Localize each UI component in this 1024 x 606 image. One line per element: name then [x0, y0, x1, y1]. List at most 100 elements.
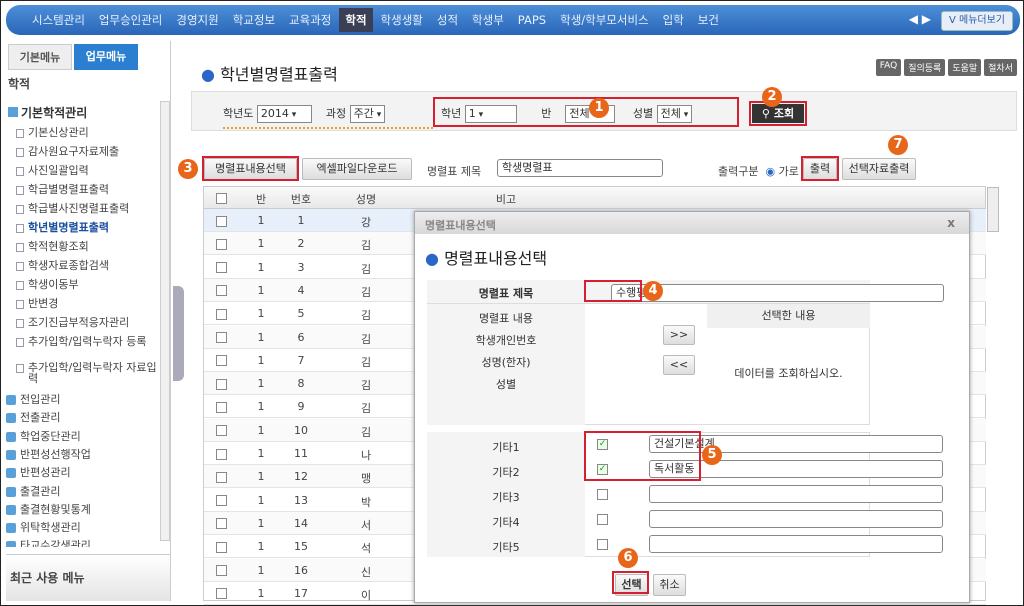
- extra-input[interactable]: [649, 510, 943, 528]
- row-checkbox[interactable]: [216, 401, 227, 413]
- nav-item[interactable]: PAPS: [512, 9, 552, 31]
- select-all-checkbox[interactable]: [216, 192, 227, 204]
- sidebar: 기본메뉴 업무메뉴 학적 기본학적관리 기본신상관리감사원요구자료제출사진일괄입…: [6, 41, 171, 601]
- available-item[interactable]: 학생개인번호: [427, 332, 585, 348]
- row-checkbox[interactable]: [216, 425, 227, 437]
- sidebar-group[interactable]: 반편성선행작업: [6, 446, 91, 462]
- row-checkbox[interactable]: [216, 355, 227, 367]
- extra-checkbox[interactable]: [597, 514, 608, 525]
- row-checkbox[interactable]: [216, 378, 227, 390]
- row-checkbox[interactable]: [216, 448, 227, 460]
- nav-arrows[interactable]: ◀ ▶: [909, 12, 931, 26]
- nav-item[interactable]: 성적: [431, 8, 464, 32]
- col-number[interactable]: 번호: [281, 191, 321, 207]
- nav-item[interactable]: 학교정보: [227, 8, 281, 32]
- grid-scrollbar[interactable]: [987, 187, 999, 232]
- cancel-button[interactable]: 취소: [653, 574, 686, 596]
- sidebar-group[interactable]: 출결관리: [6, 483, 60, 499]
- extra-input[interactable]: [649, 535, 943, 553]
- nav-item[interactable]: 학생생활: [375, 8, 429, 32]
- nav-item[interactable]: 학생/학부모서비스: [554, 8, 655, 32]
- sidebar-group[interactable]: 타교수강생관리: [6, 537, 91, 548]
- row-checkbox[interactable]: [216, 565, 227, 576]
- extra-input[interactable]: [649, 485, 943, 503]
- more-menu-button[interactable]: V 메뉴더보기: [941, 11, 1013, 31]
- sidebar-group[interactable]: 전입관리: [6, 391, 60, 407]
- sidebar-item[interactable]: 추가입학/입력누락자 등록: [16, 336, 158, 347]
- tab-basic-menu[interactable]: 기본메뉴: [8, 44, 72, 70]
- help-button[interactable]: 절차서: [984, 59, 1017, 76]
- sidebar-item[interactable]: 학급별사진명렬표출력: [16, 203, 158, 214]
- nav-item[interactable]: 시스템관리: [26, 8, 91, 32]
- extra-checkbox[interactable]: [597, 489, 608, 500]
- row-checkbox[interactable]: [216, 308, 227, 320]
- row-checkbox[interactable]: [216, 238, 227, 250]
- row-checkbox[interactable]: [216, 541, 227, 553]
- help-button[interactable]: 도움말: [948, 59, 982, 76]
- row-checkbox[interactable]: [216, 588, 227, 600]
- sidebar-section: 학적: [8, 77, 31, 91]
- sidebar-item[interactable]: 학급별명렬표출력: [16, 184, 158, 195]
- row-checkbox[interactable]: [216, 332, 227, 343]
- sidebar-group-basic[interactable]: 기본학적관리: [8, 104, 87, 121]
- cell: 4: [297, 283, 305, 297]
- nav-item[interactable]: 입학: [657, 8, 690, 32]
- sidebar-collapse-handle[interactable]: [173, 286, 184, 381]
- available-item[interactable]: 성명(한자): [427, 354, 585, 370]
- print-selected-button[interactable]: 선택자료출력: [842, 158, 916, 180]
- nav-item[interactable]: 업무승인관리: [93, 8, 168, 32]
- recent-menu-header[interactable]: 최근 사용 메뉴: [10, 569, 85, 586]
- cell: 김: [360, 379, 372, 393]
- sidebar-item[interactable]: 사진일괄입력: [16, 165, 158, 176]
- col-name[interactable]: 성명: [321, 191, 411, 207]
- sidebar-group[interactable]: 위탁학생관리: [6, 519, 81, 535]
- sidebar-item[interactable]: 학생자료종합검색: [16, 260, 158, 271]
- row-checkbox[interactable]: [216, 215, 227, 227]
- sidebar-item[interactable]: 학적현황조회: [16, 241, 158, 252]
- remove-button[interactable]: <<: [663, 355, 695, 375]
- year-select[interactable]: 2014: [256, 105, 312, 123]
- help-button[interactable]: 질의등록: [904, 59, 946, 76]
- sidebar-group[interactable]: 반편성관리: [6, 464, 71, 480]
- cell: 1: [257, 237, 265, 251]
- nav-item[interactable]: 교육과정: [283, 8, 337, 32]
- col-class[interactable]: 반: [241, 191, 281, 207]
- tab-work-menu[interactable]: 업무메뉴: [74, 44, 138, 70]
- sidebar-item[interactable]: 기본신상관리: [16, 127, 158, 138]
- landscape-radio[interactable]: ◉: [765, 165, 775, 178]
- col-note[interactable]: 비고: [411, 191, 601, 207]
- row-checkbox[interactable]: [216, 518, 227, 530]
- sidebar-item[interactable]: 추가입학/입력누락자 자료입력: [16, 362, 158, 384]
- nav-item[interactable]: 학생부: [466, 8, 510, 32]
- nav-item[interactable]: 학적: [339, 8, 373, 32]
- nav-item[interactable]: 보건: [692, 8, 725, 32]
- sidebar-item[interactable]: 감사원요구자료제출: [16, 146, 158, 157]
- excel-download-button[interactable]: 엑셀파일다운로드: [302, 158, 412, 180]
- add-button[interactable]: >>: [663, 325, 695, 345]
- extra-checkbox[interactable]: [597, 539, 608, 550]
- cell: 박: [360, 495, 372, 509]
- row-checkbox[interactable]: [216, 471, 227, 483]
- row-checkbox[interactable]: [216, 285, 227, 297]
- available-item[interactable]: 성별: [427, 376, 585, 392]
- step-badge-7: 7: [888, 135, 908, 155]
- row-checkbox[interactable]: [216, 495, 227, 507]
- sidebar-item[interactable]: 학생이동부: [16, 279, 158, 290]
- list-title-input[interactable]: 학생명렬표: [497, 159, 663, 177]
- sidebar-group[interactable]: 학업중단관리: [6, 428, 81, 444]
- cell: 강: [360, 216, 372, 229]
- nav-item[interactable]: 경영지원: [170, 8, 224, 32]
- sidebar-group[interactable]: 전출관리: [6, 409, 60, 425]
- sidebar-item[interactable]: 조기진급부적응자관리: [16, 317, 158, 328]
- sidebar-item[interactable]: 학년별명렬표출력: [16, 222, 158, 233]
- close-icon[interactable]: x: [947, 216, 955, 230]
- cell: 5: [297, 307, 305, 321]
- sidebar-group[interactable]: 출결현황및통계: [6, 501, 91, 517]
- sidebar-item[interactable]: 반변경: [16, 298, 158, 309]
- cell: 13: [294, 493, 308, 507]
- help-button[interactable]: FAQ: [875, 59, 902, 76]
- sidebar-scrollbar[interactable]: [160, 101, 170, 541]
- modal-titlebar: 명렬표내용선택: [425, 219, 496, 232]
- course-select[interactable]: 주간: [349, 105, 386, 123]
- row-checkbox[interactable]: [216, 262, 227, 274]
